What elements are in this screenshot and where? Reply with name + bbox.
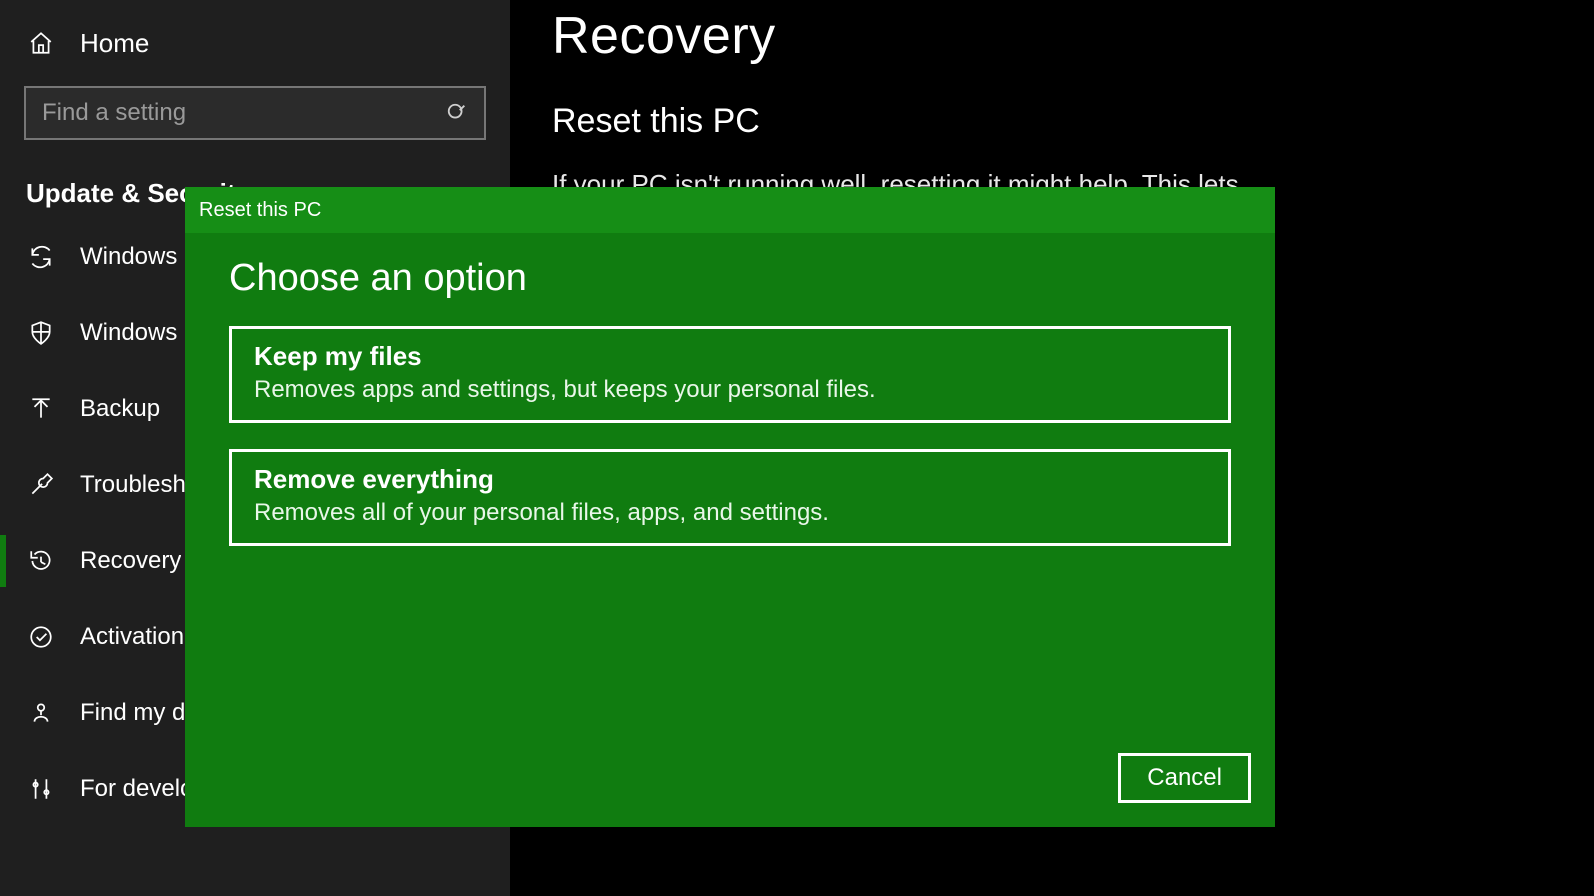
dialog-footer: Cancel <box>185 753 1275 827</box>
sidebar-home-label: Home <box>80 28 149 59</box>
dialog-body: Choose an option Keep my files Removes a… <box>185 233 1275 753</box>
home-icon <box>28 30 54 56</box>
sync-icon <box>28 244 54 270</box>
search-container <box>0 72 510 150</box>
option-keep-my-files[interactable]: Keep my files Removes apps and settings,… <box>229 326 1231 423</box>
search-input[interactable] <box>42 99 446 127</box>
find-device-icon <box>28 700 54 726</box>
history-icon <box>28 548 54 574</box>
sidebar-home[interactable]: Home <box>0 14 510 72</box>
search-icon <box>446 102 468 124</box>
search-box[interactable] <box>24 86 486 140</box>
reset-pc-dialog: Reset this PC Choose an option Keep my f… <box>185 187 1275 827</box>
backup-icon <box>28 396 54 422</box>
developer-icon <box>28 776 54 802</box>
check-circle-icon <box>28 624 54 650</box>
page-title: Recovery <box>552 6 1554 66</box>
dialog-titlebar-text: Reset this PC <box>199 199 321 222</box>
option-title: Remove everything <box>254 464 1206 495</box>
sidebar-item-label: Backup <box>80 395 160 423</box>
sidebar-item-label: Activation <box>80 623 184 651</box>
option-remove-everything[interactable]: Remove everything Removes all of your pe… <box>229 449 1231 546</box>
dialog-heading: Choose an option <box>229 257 1231 300</box>
section-title: Reset this PC <box>552 102 1554 141</box>
shield-icon <box>28 320 54 346</box>
option-title: Keep my files <box>254 341 1206 372</box>
option-desc: Removes apps and settings, but keeps you… <box>254 376 1206 404</box>
sidebar-item-label: Recovery <box>80 547 181 575</box>
dialog-titlebar[interactable]: Reset this PC <box>185 187 1275 233</box>
cancel-button[interactable]: Cancel <box>1118 753 1251 803</box>
option-desc: Removes all of your personal files, apps… <box>254 499 1206 527</box>
wrench-icon <box>28 472 54 498</box>
